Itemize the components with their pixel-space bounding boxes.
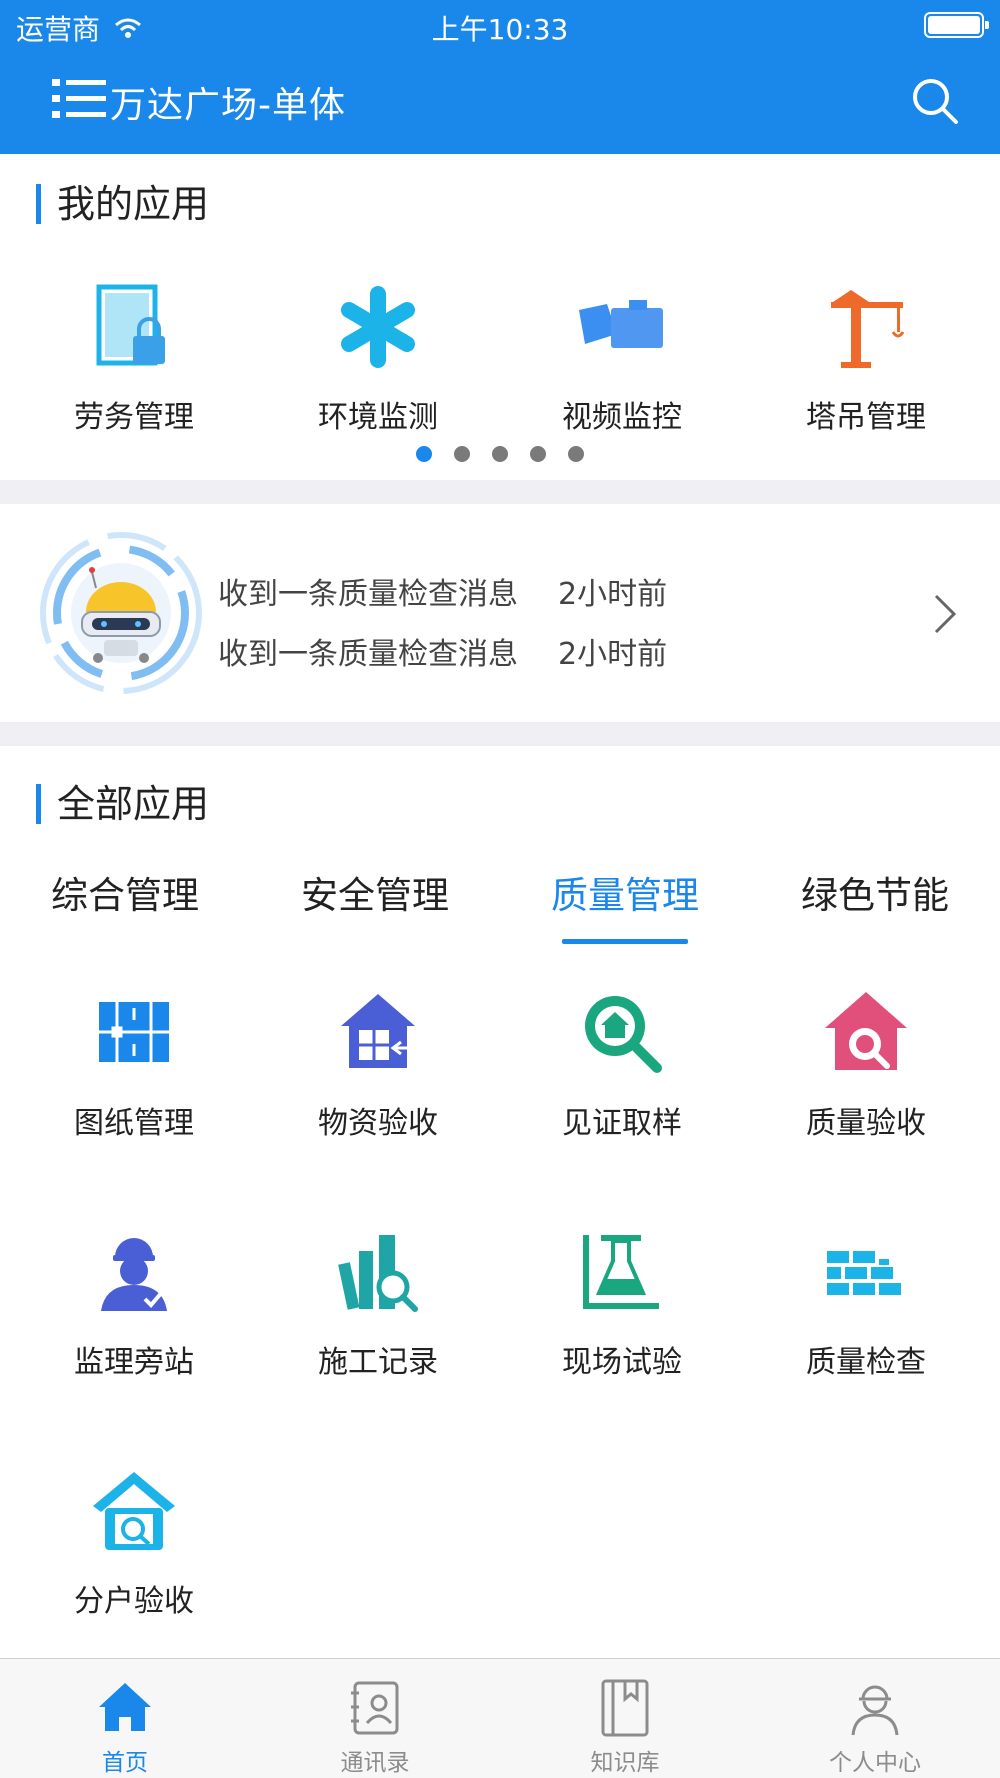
tab-green[interactable]: 绿色节能 [750, 870, 1000, 944]
robot-avatar-icon [40, 532, 202, 694]
books-icon [338, 1235, 418, 1312]
page-dot[interactable] [492, 446, 508, 462]
labor-door-lock-icon [96, 284, 165, 366]
app-sampling[interactable]: 见证取样 [500, 988, 744, 1142]
page-dot[interactable] [568, 446, 584, 462]
tabbar-profile[interactable]: 个人中心 [750, 1659, 1000, 1778]
tab-safety[interactable]: 安全管理 [250, 870, 500, 944]
app-label: 分户验收 [74, 1584, 194, 1619]
section-title: 我的应用 [36, 184, 209, 224]
home-check-icon [93, 1472, 175, 1550]
message-item[interactable]: 收到一条质量检查消息 2小时前 [218, 625, 667, 685]
home-icon [99, 1683, 151, 1731]
status-bar: 运营商 上午10:33 [0, 0, 1000, 50]
app-construction-log[interactable]: 施工记录 [256, 1227, 500, 1381]
supervisor-icon [101, 1238, 167, 1311]
chevron-right-icon[interactable] [930, 592, 960, 636]
page-dot[interactable] [454, 446, 470, 462]
tabbar-contacts[interactable]: 通讯录 [250, 1659, 500, 1778]
app-labor[interactable]: 劳务管理 [12, 282, 256, 436]
nav-bar: 万达广场-单体 [0, 62, 1000, 142]
tabbar-label: 知识库 [590, 1750, 660, 1776]
category-tabs: 综合管理 安全管理 质量管理 绿色节能 [0, 870, 1000, 944]
camera-icon [579, 300, 663, 348]
quality-apps-row-3: 分户验收 [0, 1466, 1000, 1620]
app-header: 运营商 上午10:33 万达广场-单体 [0, 0, 1000, 154]
flask-icon [583, 1235, 659, 1309]
battery-icon [924, 12, 989, 38]
app-label: 环境监测 [318, 400, 438, 435]
page-indicator[interactable] [0, 446, 1000, 462]
app-crane[interactable]: 塔吊管理 [744, 282, 988, 436]
search-icon[interactable] [910, 76, 960, 126]
app-label: 见证取样 [562, 1106, 682, 1141]
warehouse-icon [341, 994, 415, 1068]
page-title[interactable]: 万达广场-单体 [110, 76, 346, 128]
message-time: 2小时前 [558, 577, 668, 612]
menu-icon[interactable] [52, 77, 108, 121]
app-label: 监理旁站 [74, 1345, 194, 1380]
app-field-test[interactable]: 现场试验 [500, 1227, 744, 1381]
message-item[interactable]: 收到一条质量检查消息 2小时前 [218, 565, 667, 625]
tower-crane-icon [831, 290, 905, 368]
message-text: 收到一条质量检查消息 [218, 577, 518, 612]
my-apps-grid: 劳务管理 环境监测 视频监控 塔吊管理 [0, 282, 1000, 436]
tab-general[interactable]: 综合管理 [0, 870, 250, 944]
app-drawings[interactable]: 图纸管理 [12, 988, 256, 1142]
app-label: 视频监控 [562, 400, 682, 435]
app-supervision[interactable]: 监理旁站 [12, 1227, 256, 1381]
bottom-tab-bar: 首页 通讯录 知识库 个人中心 [0, 1658, 1000, 1778]
tabbar-home[interactable]: 首页 [0, 1659, 250, 1778]
section-title: 全部应用 [36, 784, 209, 824]
book-icon [601, 1679, 649, 1737]
page-dot[interactable] [416, 446, 432, 462]
app-label: 图纸管理 [74, 1106, 194, 1141]
tabbar-label: 首页 [102, 1750, 148, 1776]
status-time: 上午10:33 [431, 13, 569, 46]
blueprint-icon [99, 1002, 169, 1062]
app-label: 劳务管理 [74, 400, 194, 435]
tabbar-knowledge[interactable]: 知识库 [500, 1659, 750, 1778]
tabbar-label: 个人中心 [829, 1750, 921, 1776]
message-list: 收到一条质量检查消息 2小时前 收到一条质量检查消息 2小时前 [218, 565, 667, 685]
quality-apps-row-1: 图纸管理 物资验收 见证取样 质量验收 [0, 988, 1000, 1142]
app-label: 现场试验 [562, 1345, 682, 1380]
message-time: 2小时前 [558, 637, 668, 672]
contacts-icon [351, 1681, 399, 1735]
message-text: 收到一条质量检查消息 [218, 637, 518, 672]
app-household-acceptance[interactable]: 分户验收 [12, 1466, 256, 1620]
app-materials[interactable]: 物资验收 [256, 988, 500, 1142]
app-video[interactable]: 视频监控 [500, 282, 744, 436]
tabbar-label: 通讯录 [340, 1750, 410, 1776]
bricks-icon [827, 1251, 901, 1295]
worker-icon [851, 1685, 899, 1736]
app-environment[interactable]: 环境监测 [256, 282, 500, 436]
quality-apps-row-2: 监理旁站 施工记录 现场试验 质量检查 [0, 1227, 1000, 1381]
tab-quality[interactable]: 质量管理 [500, 870, 750, 944]
app-label: 施工记录 [318, 1345, 438, 1380]
app-quality-check[interactable]: 质量检查 [744, 1227, 988, 1381]
app-label: 塔吊管理 [806, 400, 926, 435]
app-label: 物资验收 [318, 1106, 438, 1141]
app-quality-acceptance[interactable]: 质量验收 [744, 988, 988, 1142]
asterisk-icon [341, 286, 415, 368]
search-house-icon [585, 996, 662, 1073]
house-inspect-icon [825, 992, 907, 1070]
app-label: 质量验收 [806, 1106, 926, 1141]
page-dot[interactable] [530, 446, 546, 462]
app-label: 质量检查 [806, 1345, 926, 1380]
